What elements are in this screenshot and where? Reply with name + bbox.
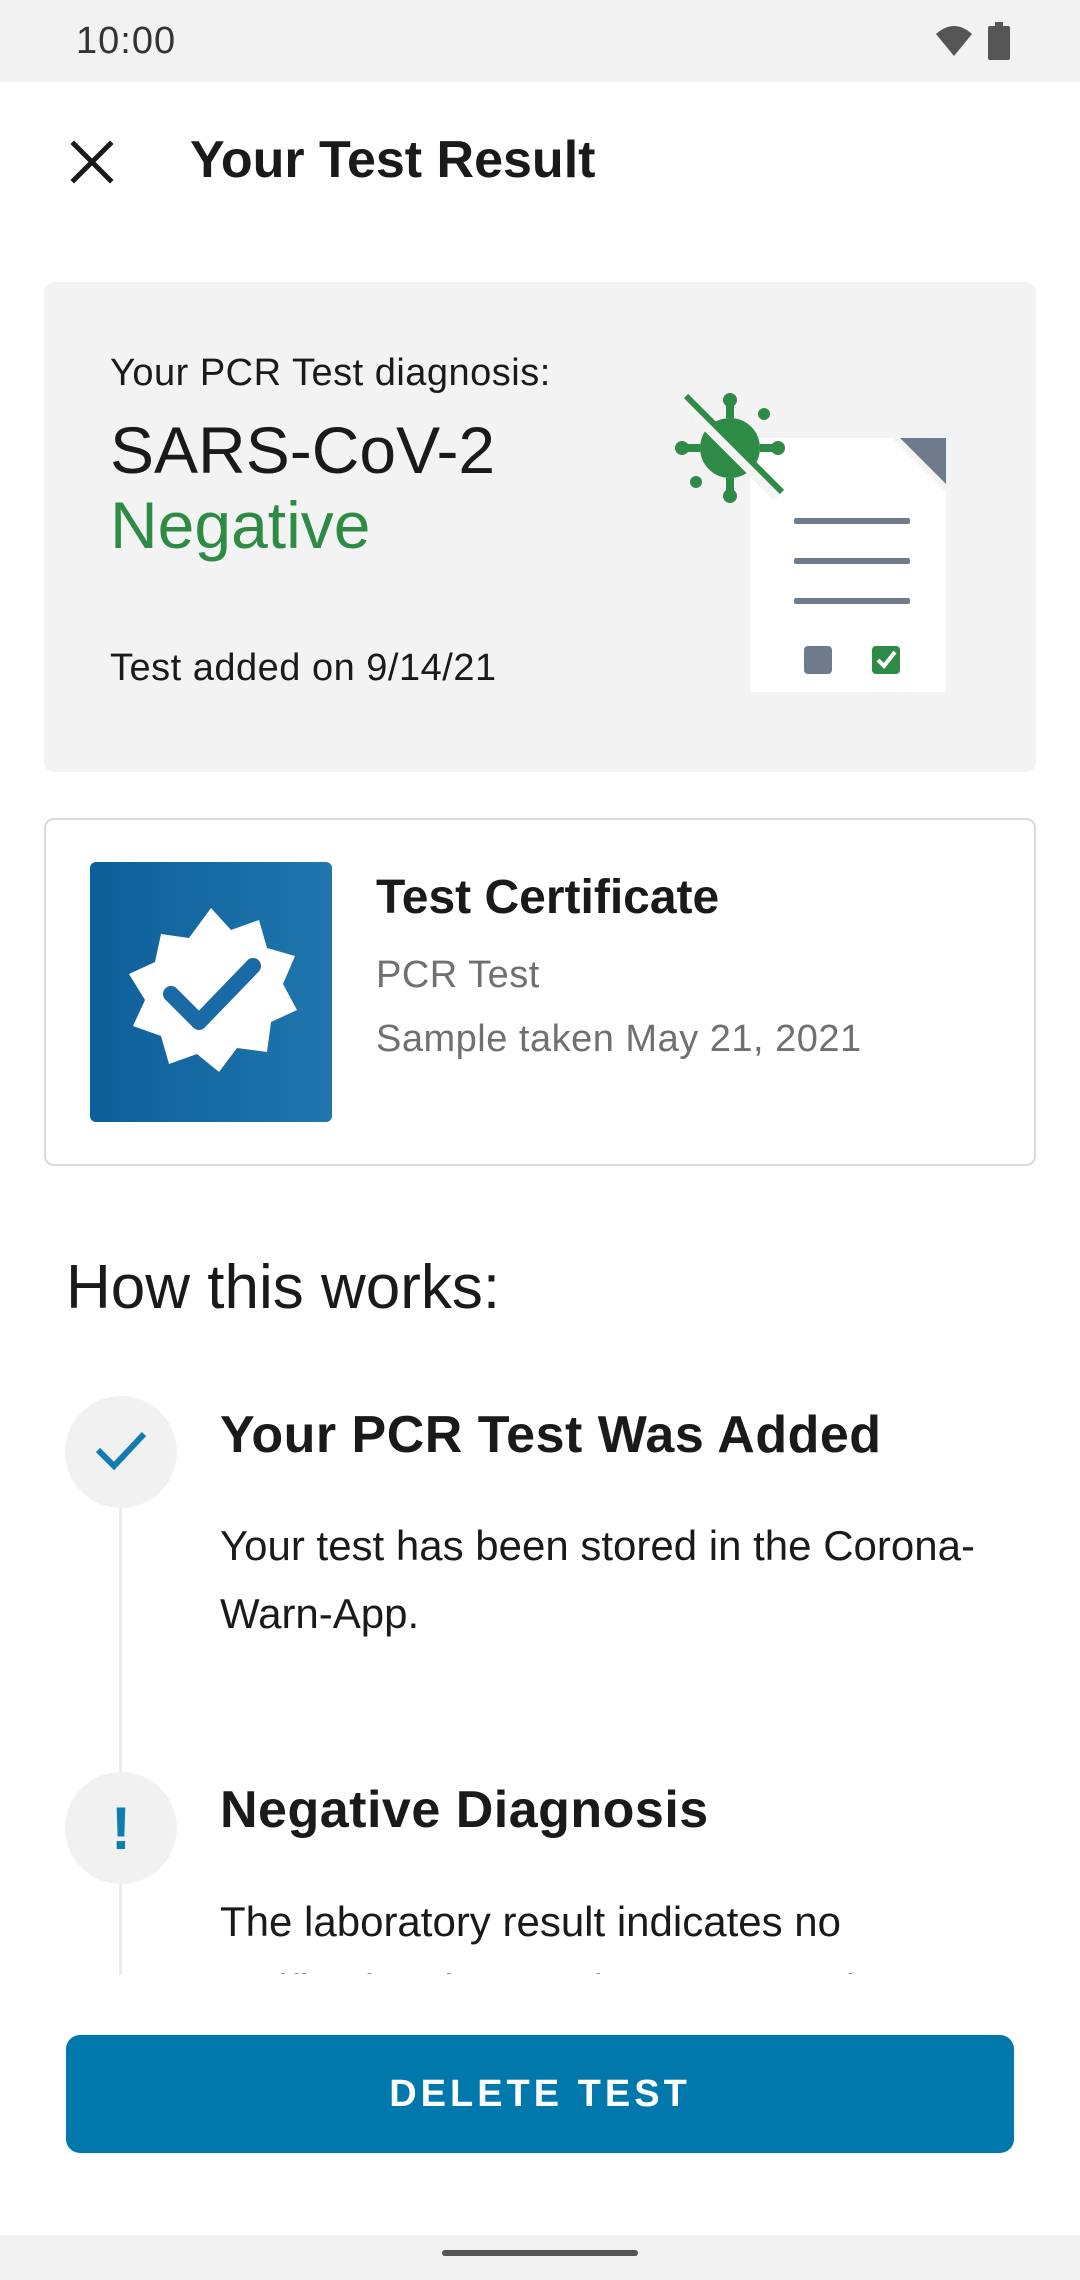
- step-added-body: Your test has been stored in the Corona-…: [220, 1522, 975, 1637]
- exclamation-icon: !: [111, 1794, 131, 1862]
- navigation-bar: [0, 2235, 1080, 2280]
- status-time: 10:00: [76, 20, 177, 62]
- diagnosis-status: Negative: [110, 488, 371, 562]
- step-negative-title: Negative Diagnosis: [220, 1781, 709, 1839]
- step-negative-body: The laboratory result indicates no verif…: [220, 1898, 913, 1974]
- wifi-icon: [934, 24, 974, 63]
- test-certificate-card[interactable]: Test Certificate PCR Test Sample taken M…: [44, 818, 1036, 1166]
- status-icons: [934, 22, 1010, 65]
- status-bar: 10:00: [0, 0, 1080, 82]
- check-icon: [94, 1428, 148, 1477]
- step-added-circle: [65, 1396, 177, 1508]
- certificate-title: Test Certificate: [376, 871, 720, 924]
- timeline-line: [119, 1505, 122, 1975]
- certificate-badge-icon: [90, 862, 332, 1122]
- app-bar: Your Test Result: [0, 82, 1080, 242]
- close-icon: [70, 139, 114, 189]
- test-added-date: Test added on 9/14/21: [110, 647, 497, 689]
- how-it-works-heading: How this works:: [66, 1253, 501, 1322]
- certificate-sample-date: Sample taken May 21, 2021: [376, 1018, 862, 1060]
- step-negative-circle: !: [65, 1772, 177, 1884]
- diagnosis-label: Your PCR Test diagnosis:: [110, 352, 551, 394]
- delete-test-button[interactable]: DELETE TEST: [66, 2035, 1014, 2153]
- step-added-title: Your PCR Test Was Added: [220, 1406, 882, 1464]
- result-card: Your PCR Test diagnosis: SARS-CoV-2 Nega…: [44, 282, 1036, 772]
- virus-name: SARS-CoV-2: [110, 413, 496, 487]
- negative-result-illustration: [674, 392, 954, 702]
- battery-icon: [988, 22, 1010, 65]
- close-button[interactable]: [60, 132, 124, 196]
- page-title: Your Test Result: [190, 131, 596, 189]
- gesture-handle[interactable]: [442, 2250, 638, 2256]
- bottom-action-area: DELETE TEST: [0, 1975, 1080, 2235]
- certificate-test-type: PCR Test: [376, 954, 540, 996]
